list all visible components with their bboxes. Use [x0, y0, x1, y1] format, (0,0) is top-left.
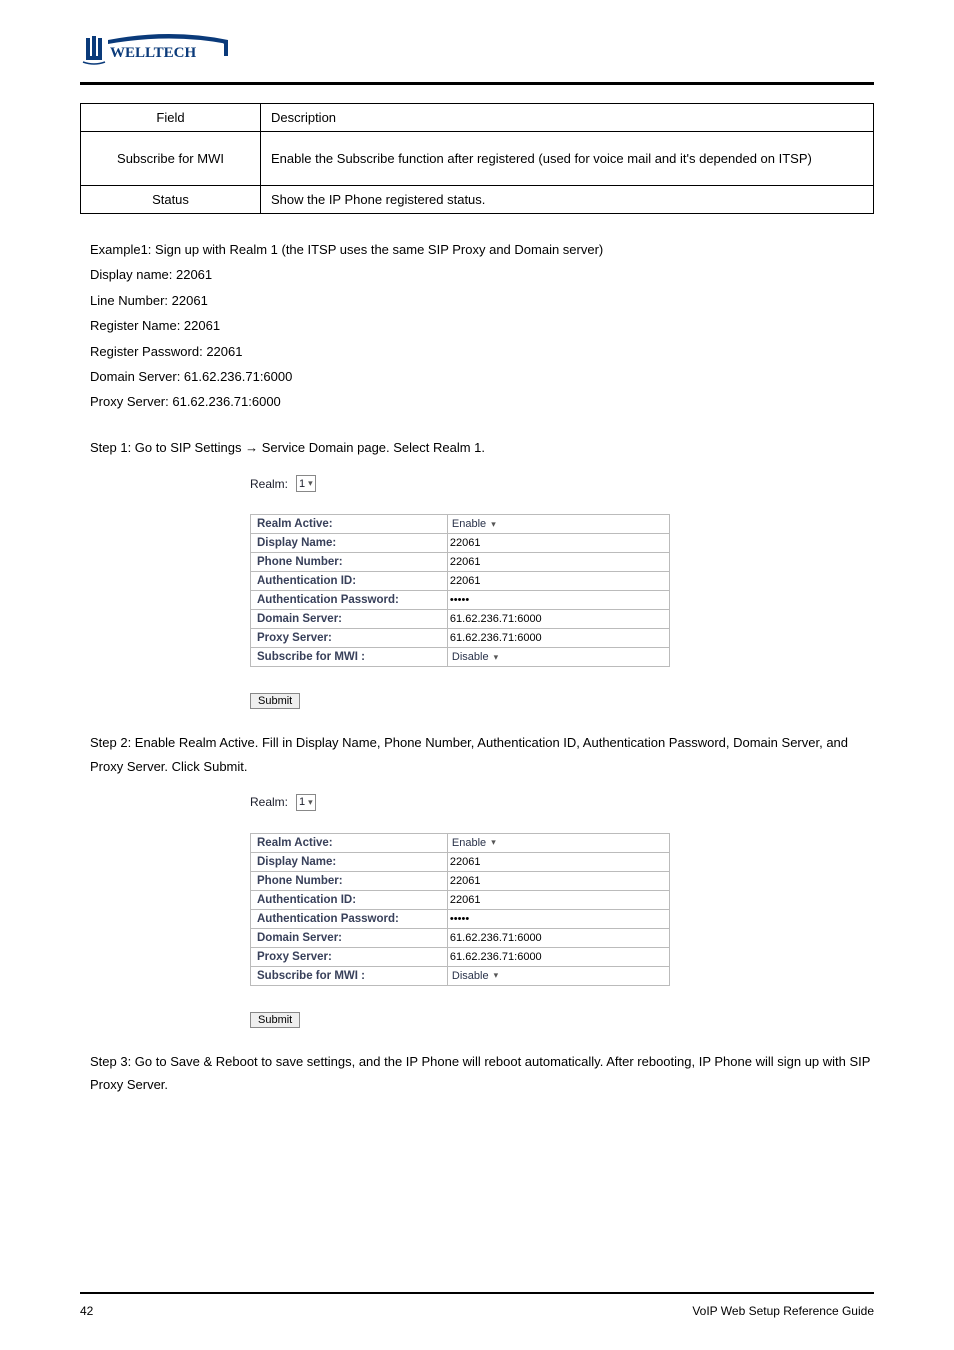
table-row: Domain Server:61.62.236.71:6000	[251, 928, 670, 947]
table-row: Realm Active:Enable▾	[251, 833, 670, 852]
chevron-down-icon: ▾	[308, 478, 313, 489]
table-row: Authentication Password:•••••	[251, 591, 670, 610]
table-row: Authentication ID:22061	[251, 890, 670, 909]
realm-value: 1	[299, 478, 305, 490]
label-domain-server: Domain Server:	[251, 928, 448, 947]
header-divider	[80, 82, 874, 85]
realm-select[interactable]: 1 ▾	[296, 794, 316, 811]
table-cell-subscribe-label: Subscribe for MWI	[81, 132, 261, 186]
table-row: Proxy Server:61.62.236.71:6000	[251, 629, 670, 648]
chevron-down-icon: ▾	[494, 970, 499, 981]
table-row: Phone Number:22061	[251, 553, 670, 572]
label-auth-id: Authentication ID:	[251, 890, 448, 909]
bullet-display-name: Display name: 22061	[90, 263, 874, 286]
auth-id-input[interactable]: 22061	[450, 575, 481, 587]
label-subscribe-mwi: Subscribe for MWI :	[251, 648, 448, 667]
subscribe-mwi-select[interactable]: Disable▾	[450, 970, 500, 982]
table-row: Subscribe for MWI :Disable▾	[251, 648, 670, 667]
bullet-register-name: Register Name: 22061	[90, 314, 874, 337]
step-1: Step 1: Go to SIP Settings → Service Dom…	[90, 436, 874, 459]
table-row: Authentication Password:•••••	[251, 909, 670, 928]
label-display-name: Display Name:	[251, 852, 448, 871]
realm-select[interactable]: 1 ▾	[296, 475, 316, 492]
label-phone-number: Phone Number:	[251, 553, 448, 572]
step-2: Step 2: Enable Realm Active. Fill in Dis…	[90, 731, 874, 778]
table-row: Subscribe for MWI :Disable▾	[251, 966, 670, 985]
realm-active-select[interactable]: Enable▾	[450, 518, 498, 530]
realm-value: 1	[299, 796, 305, 808]
logo: WELLTECH	[80, 30, 874, 68]
phone-number-input[interactable]: 22061	[450, 556, 481, 568]
page-number: 42	[80, 1304, 93, 1318]
table-cell-status-label: Status	[81, 186, 261, 214]
label-realm-active: Realm Active:	[251, 515, 448, 534]
label-realm-active: Realm Active:	[251, 833, 448, 852]
submit-button[interactable]: Submit	[250, 693, 300, 709]
chevron-down-icon: ▾	[491, 837, 496, 848]
table-header-field: Field	[81, 104, 261, 132]
label-proxy-server: Proxy Server:	[251, 947, 448, 966]
submit-button[interactable]: Submit	[250, 1012, 300, 1028]
footer-divider	[80, 1292, 874, 1294]
bullet-line-number: Line Number: 22061	[90, 289, 874, 312]
realm-label: Realm:	[250, 795, 288, 809]
table-row: Display Name:22061	[251, 534, 670, 553]
table-row: Proxy Server:61.62.236.71:6000	[251, 947, 670, 966]
realm-form-2: Realm: 1 ▾ Realm Active:Enable▾ Display …	[250, 794, 670, 1028]
settings-table-1: Realm Active:Enable▾ Display Name:22061 …	[250, 514, 670, 667]
label-auth-password: Authentication Password:	[251, 909, 448, 928]
subscribe-mwi-select[interactable]: Disable▾	[450, 651, 500, 663]
table-cell-subscribe-desc: Enable the Subscribe function after regi…	[261, 132, 874, 186]
svg-text:WELLTECH: WELLTECH	[110, 45, 196, 61]
realm-label: Realm:	[250, 477, 288, 491]
domain-server-input[interactable]: 61.62.236.71:6000	[450, 613, 542, 625]
bullet-domain-server: Domain Server: 61.62.236.71:6000	[90, 365, 874, 388]
auth-password-input[interactable]: •••••	[450, 594, 469, 606]
settings-table-2: Realm Active:Enable▾ Display Name:22061 …	[250, 833, 670, 986]
table-row: Domain Server:61.62.236.71:6000	[251, 610, 670, 629]
table-header-desc: Description	[261, 104, 874, 132]
bullet-proxy-server: Proxy Server: 61.62.236.71:6000	[90, 390, 874, 413]
table-row: Phone Number:22061	[251, 871, 670, 890]
domain-server-input[interactable]: 61.62.236.71:6000	[450, 932, 542, 944]
table-row: Display Name:22061	[251, 852, 670, 871]
example-title: Example1: Sign up with Realm 1 (the ITSP…	[90, 238, 874, 261]
label-auth-id: Authentication ID:	[251, 572, 448, 591]
label-auth-password: Authentication Password:	[251, 591, 448, 610]
chevron-down-icon: ▾	[308, 797, 313, 808]
label-phone-number: Phone Number:	[251, 871, 448, 890]
table-row: Realm Active:Enable▾	[251, 515, 670, 534]
label-subscribe-mwi: Subscribe for MWI :	[251, 966, 448, 985]
display-name-input[interactable]: 22061	[450, 856, 481, 868]
phone-number-input[interactable]: 22061	[450, 875, 481, 887]
footer-title: VoIP Web Setup Reference Guide	[692, 1304, 874, 1318]
proxy-server-input[interactable]: 61.62.236.71:6000	[450, 951, 542, 963]
label-display-name: Display Name:	[251, 534, 448, 553]
label-proxy-server: Proxy Server:	[251, 629, 448, 648]
field-description-table: Field Description Subscribe for MWI Enab…	[80, 103, 874, 214]
step-3: Step 3: Go to Save & Reboot to save sett…	[90, 1050, 874, 1097]
label-domain-server: Domain Server:	[251, 610, 448, 629]
bullet-register-password: Register Password: 22061	[90, 340, 874, 363]
display-name-input[interactable]: 22061	[450, 537, 481, 549]
realm-form-1: Realm: 1 ▾ Realm Active:Enable▾ Display …	[250, 475, 670, 709]
auth-id-input[interactable]: 22061	[450, 894, 481, 906]
chevron-down-icon: ▾	[494, 652, 499, 663]
chevron-down-icon: ▾	[491, 519, 496, 530]
proxy-server-input[interactable]: 61.62.236.71:6000	[450, 632, 542, 644]
auth-password-input[interactable]: •••••	[450, 913, 469, 925]
table-row: Authentication ID:22061	[251, 572, 670, 591]
table-cell-status-desc: Show the IP Phone registered status.	[261, 186, 874, 214]
realm-active-select[interactable]: Enable▾	[450, 837, 498, 849]
